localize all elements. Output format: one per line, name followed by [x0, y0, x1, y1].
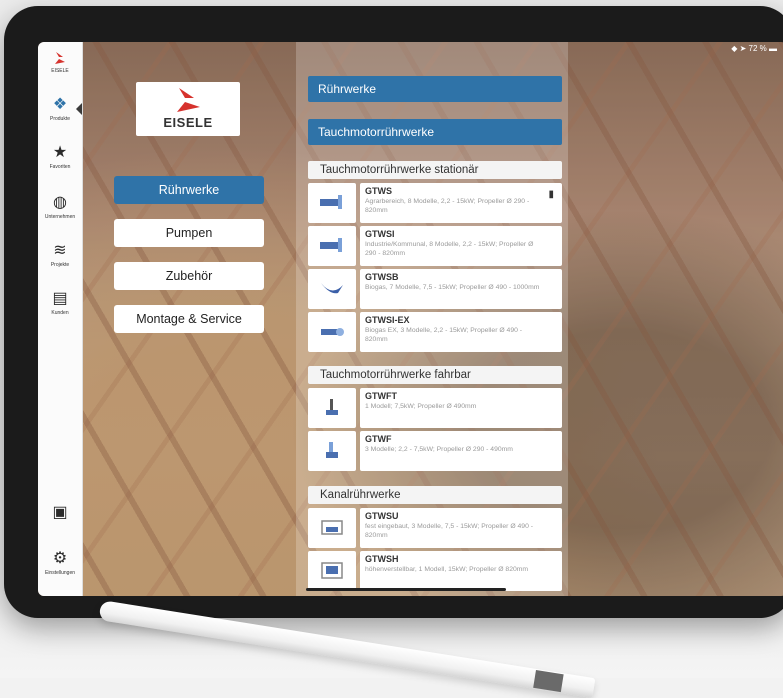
product-title: GTWFT — [365, 391, 397, 401]
nav-button-pumpen[interactable]: Pumpen — [114, 219, 264, 247]
product-thumbnail — [308, 431, 356, 471]
star-icon: ★ — [52, 144, 68, 161]
product-title: GTWSH — [365, 554, 399, 564]
product-item-gtwsu[interactable]: GTWSU fest eingebaut, 3 Modelle, 7,5 - 1… — [308, 508, 562, 548]
product-thumbnail — [308, 269, 356, 309]
globe-icon: ◍ — [53, 194, 67, 211]
contact-card-icon: ▤ — [52, 290, 68, 307]
layers-icon: ≋ — [53, 242, 67, 259]
product-item-gtwsb[interactable]: GTWSB Biogas, 7 Modelle, 7,5 - 15kW; Pro… — [308, 269, 562, 309]
battery-icon: ▬ — [769, 44, 777, 53]
category-header-tauchmotorruehrwerke[interactable]: Tauchmotorrührwerke — [308, 119, 562, 145]
product-thumbnail — [308, 226, 356, 266]
sidebar-item-unternehmen[interactable]: ◍ Unternehmen — [38, 194, 82, 220]
chat-icon: ▣ — [52, 504, 68, 521]
product-title: GTWSU — [365, 511, 399, 521]
sidebar: EISELE ❖ Produkte ★ Favoriten ◍ Unterneh… — [38, 42, 83, 596]
product-description: Industrie/Kommunal, 8 Modelle, 2,2 - 15k… — [365, 241, 534, 257]
product-thumbnail — [308, 508, 356, 548]
trash-icon[interactable]: ▮ — [548, 189, 554, 200]
section-header-stationaer: Tauchmotorrührwerke stationär — [308, 161, 562, 179]
product-thumbnail — [308, 551, 356, 591]
product-description: 1 Modell; 7,5kW; Propeller Ø 490mm — [365, 403, 477, 410]
sidebar-selection-indicator — [76, 103, 82, 115]
product-thumbnail — [308, 312, 356, 352]
product-title: GTWSI-EX — [365, 315, 410, 325]
nav-button-ruehrwerke[interactable]: Rührwerke — [114, 176, 264, 204]
product-item-gtwft[interactable]: GTWFT 1 Modell; 7,5kW; Propeller Ø 490mm — [308, 388, 562, 428]
eisele-logo-text: EISELE — [163, 115, 213, 130]
product-description: Biogas, 7 Modelle, 7,5 - 15kW; Propeller… — [365, 284, 540, 291]
wifi-icon: ◆ ➤ — [731, 44, 749, 53]
gears-icon: ⚙ — [52, 550, 68, 567]
category-header-ruehrwerke[interactable]: Rührwerke — [308, 76, 562, 102]
tablet-frame: ◆ ➤ 72 % ▬ EISELE ❖ Produkte ★ Favoriten — [4, 6, 783, 618]
product-description: höhenverstellbar, 1 Modell, 15kW; Propel… — [365, 566, 529, 573]
product-thumbnail — [308, 183, 356, 223]
nav-button-zubehoer[interactable]: Zubehör — [114, 262, 264, 290]
battery-percent: 72 % — [748, 44, 767, 53]
sidebar-item-kunden[interactable]: ▤ Kunden — [38, 290, 82, 316]
product-item-gtws[interactable]: GTWS Agrarbereich, 8 Modelle, 2,2 - 15kW… — [308, 183, 562, 223]
product-item-gtwsh[interactable]: GTWSH höhenverstellbar, 1 Modell, 15kW; … — [308, 551, 562, 591]
product-description: 3 Modelle; 2,2 - 7,5kW; Propeller Ø 290 … — [365, 446, 513, 453]
nav-button-montage-service[interactable]: Montage & Service — [114, 305, 264, 333]
product-item-gtwf[interactable]: GTWF 3 Modelle; 2,2 - 7,5kW; Propeller Ø… — [308, 431, 562, 471]
product-description: Biogas EX, 3 Modelle, 2,2 - 15kW; Propel… — [365, 327, 523, 343]
sidebar-item-einstellungen[interactable]: ⚙ Einstellungen — [38, 550, 82, 576]
sidebar-item-eisele[interactable]: EISELE — [38, 50, 82, 74]
product-title: GTWS — [365, 186, 392, 196]
product-thumbnail — [308, 388, 356, 428]
product-title: GTWF — [365, 434, 392, 444]
section-header-kanalruehrwerke: Kanalrührwerke — [308, 486, 562, 504]
sidebar-item-projekte[interactable]: ≋ Projekte — [38, 242, 82, 268]
app-screen: ◆ ➤ 72 % ▬ EISELE ❖ Produkte ★ Favoriten — [38, 42, 783, 596]
eisele-logo-icon — [55, 52, 65, 64]
product-title: GTWSI — [365, 229, 395, 239]
eisele-logo-mark — [177, 88, 200, 112]
product-description: fest eingebaut, 3 Modelle, 7,5 - 15kW; P… — [365, 523, 534, 539]
product-title: GTWSB — [365, 272, 399, 282]
section-header-fahrbar: Tauchmotorrührwerke fahrbar — [308, 366, 562, 384]
product-description: Agrarbereich, 8 Modelle, 2,2 - 15kW; Pro… — [365, 198, 530, 214]
product-item-gtwsi[interactable]: GTWSI Industrie/Kommunal, 8 Modelle, 2,2… — [308, 226, 562, 266]
home-indicator — [306, 588, 506, 591]
product-item-gtwsi-ex[interactable]: GTWSI-EX Biogas EX, 3 Modelle, 2,2 - 15k… — [308, 312, 562, 352]
sidebar-item-favoriten[interactable]: ★ Favoriten — [38, 144, 82, 170]
sidebar-item-chat[interactable]: ▣ — [38, 504, 82, 522]
status-bar: ◆ ➤ 72 % ▬ — [731, 44, 777, 53]
eisele-logo-card: EISELE — [136, 82, 240, 136]
